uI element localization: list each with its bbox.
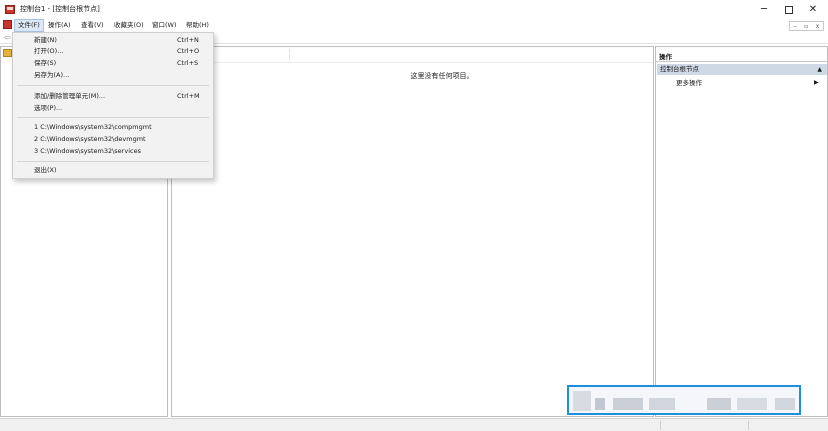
title-bar [0, 0, 828, 19]
blurred-block [595, 398, 605, 410]
menu-action[interactable]: 操作(A) [45, 19, 74, 32]
menu-item-options[interactable]: 选项(P)... [13, 103, 213, 113]
blurred-block [573, 391, 591, 411]
blurred-block [737, 398, 767, 410]
menu-item-open[interactable]: 打开(O)... Ctrl+O [13, 46, 213, 56]
menu-item-exit[interactable]: 退出(X) [13, 165, 213, 175]
column-header[interactable] [172, 47, 653, 63]
menu-item-label: 另存为(A)... [34, 71, 70, 79]
mdi-window-controls: – ▫ x [789, 21, 824, 31]
menu-item-shortcut: Ctrl+O [177, 47, 200, 55]
mdi-minimize-button[interactable]: – [794, 23, 797, 30]
menu-help[interactable]: 帮助(H) [183, 19, 212, 32]
minimize-icon: ─ [760, 4, 768, 15]
console-icon[interactable] [3, 20, 12, 29]
collapse-caret-icon[interactable]: ▲ [817, 65, 822, 74]
menu-item-shortcut: Ctrl+S [177, 59, 199, 67]
menu-item-recent-devmgmt[interactable]: 2 C:\Windows\system32\devmgmt [13, 134, 213, 144]
menu-item-recent-compmgmt[interactable]: 1 C:\Windows\system32\compmgmt [13, 122, 213, 132]
folder-icon[interactable] [3, 49, 12, 57]
blurred-block [613, 398, 643, 410]
menu-item-new[interactable]: 新建(N) Ctrl+N [13, 35, 213, 45]
maximize-button[interactable] [776, 1, 802, 18]
result-pane[interactable]: 这里没有任何项目。 [171, 46, 654, 417]
menu-item-label: 1 C:\Windows\system32\compmgmt [34, 123, 152, 131]
menu-item-add-remove-snapin[interactable]: 添加/删除管理单元(M)... Ctrl+M [13, 91, 213, 101]
submenu-arrow-icon[interactable]: ▶ [814, 78, 819, 88]
menu-item-label: 退出(X) [34, 166, 57, 174]
actions-group-label: 控制台根节点 [660, 65, 699, 73]
blurred-block [649, 398, 675, 410]
menu-item-save[interactable]: 保存(S) Ctrl+S [13, 58, 213, 68]
menu-separator [17, 85, 209, 86]
menu-item-label: 添加/删除管理单元(M)... [34, 92, 106, 100]
actions-divider [656, 61, 827, 62]
menu-item-recent-services[interactable]: 3 C:\Windows\system32\services [13, 146, 213, 156]
actions-title: 操作 [659, 53, 672, 61]
menu-item-label: 新建(N) [34, 36, 57, 44]
column-separator[interactable] [289, 49, 290, 61]
status-bar [0, 418, 828, 431]
back-arrow-icon[interactable]: ⇦ [4, 32, 11, 44]
mdi-restore-button[interactable]: ▫ [804, 23, 808, 30]
menu-item-label: 2 C:\Windows\system32\devmgmt [34, 135, 146, 143]
empty-message: 这里没有任何项目。 [410, 72, 474, 80]
status-separator [660, 421, 661, 430]
mmc-app-icon[interactable] [5, 5, 15, 14]
menu-item-shortcut: Ctrl+M [177, 92, 200, 100]
menu-separator [17, 117, 209, 118]
blurred-overlay-box [567, 385, 801, 415]
minimize-button[interactable]: ─ [751, 1, 777, 18]
menu-view[interactable]: 查看(V) [78, 19, 107, 32]
menu-favorites[interactable]: 收藏夹(O) [111, 19, 147, 32]
blurred-block [775, 398, 795, 410]
menu-item-label: 3 C:\Windows\system32\services [34, 147, 141, 155]
actions-group-header[interactable]: 控制台根节点 ▲ [657, 64, 827, 75]
menu-item-save-as[interactable]: 另存为(A)... [13, 70, 213, 80]
close-button[interactable]: ✕ [800, 1, 826, 18]
menu-item-label: 选项(P)... [34, 104, 63, 112]
close-icon: ✕ [808, 4, 818, 15]
menu-item-label: 保存(S) [34, 59, 57, 67]
menu-item-shortcut: Ctrl+N [177, 36, 199, 44]
menu-window[interactable]: 窗口(W) [149, 19, 180, 32]
maximize-icon [785, 5, 793, 14]
status-separator [748, 421, 749, 430]
window-title: 控制台1 - [控制台根节点] [20, 5, 100, 13]
file-menu-dropdown: 新建(N) Ctrl+N 打开(O)... Ctrl+O 保存(S) Ctrl+… [12, 32, 214, 179]
mdi-close-button[interactable]: x [816, 23, 820, 30]
menu-separator [17, 161, 209, 162]
blurred-block [707, 398, 731, 410]
menu-item-label: 打开(O)... [34, 47, 64, 55]
menu-file[interactable]: 文件(F) [14, 19, 44, 32]
more-actions-item[interactable]: 更多操作 [676, 78, 702, 88]
actions-pane: 操作 控制台根节点 ▲ 更多操作 [655, 46, 828, 417]
